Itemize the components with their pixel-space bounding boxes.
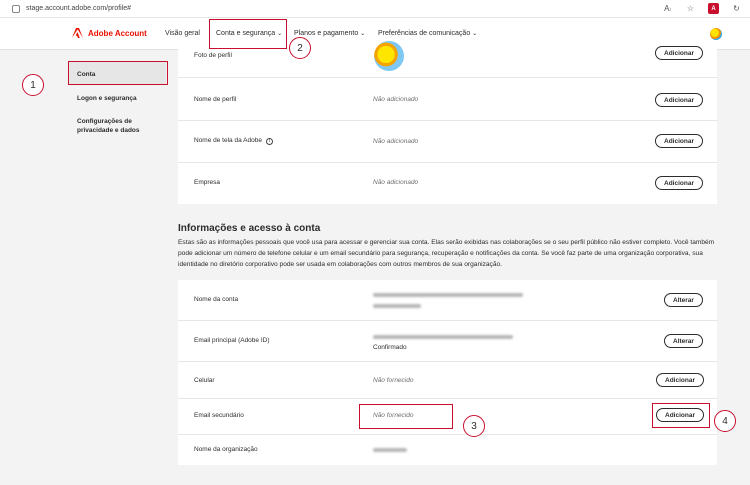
annotation-marker-4: 4 (714, 410, 736, 432)
browser-address-bar: stage.account.adobe.com/profile# A) ☆ A … (0, 0, 750, 18)
section-description: Estas são as informações pessoais que vo… (178, 239, 715, 268)
mobile-label: Celular (194, 377, 215, 384)
profile-name-value: Não adicionado (373, 96, 419, 103)
account-name-row: Nome da conta Alterar (178, 280, 717, 321)
mobile-row: Celular Não fornecido Adicionar (178, 362, 717, 399)
redacted-account-name (373, 293, 523, 297)
profile-name-label: Nome de perfil (194, 96, 237, 103)
screen-name-label: Nome de tela da Adobe i (194, 137, 273, 145)
nav-plans-payment[interactable]: Planos e pagamento ⌄ (294, 30, 365, 37)
nav-overview[interactable]: Visão geral (165, 30, 200, 37)
add-profile-name-button[interactable]: Adicionar (655, 93, 703, 107)
refresh-icon[interactable]: ↻ (731, 3, 742, 14)
add-company-button[interactable]: Adicionar (655, 176, 703, 190)
annotation-marker-3: 3 (463, 415, 485, 437)
nav-communication-preferences[interactable]: Preferências de comunicação ⌄ (378, 30, 477, 37)
company-label: Empresa (194, 179, 221, 186)
company-value: Não adicionado (373, 179, 419, 186)
account-info-card: Nome da conta Alterar Email principal (A… (178, 280, 717, 465)
nav-communication-label: Preferências de comunicação (378, 30, 471, 37)
screen-name-value: Não adicionado (373, 138, 419, 145)
screen-name-label-text: Nome de tela da Adobe (194, 137, 262, 144)
add-screen-name-button[interactable]: Adicionar (655, 134, 703, 148)
redacted-organization-name (373, 448, 407, 452)
avatar[interactable] (710, 28, 722, 40)
sidebar-item-privacy[interactable]: Configurações de privacidade e dados (77, 117, 157, 135)
adobe-account-logo[interactable]: Adobe Account (72, 28, 147, 38)
favorite-star-icon[interactable]: ☆ (685, 3, 696, 14)
add-mobile-button[interactable]: Adicionar (656, 373, 704, 387)
profile-photo-label: Foto de perfil (194, 52, 232, 59)
profile-card: Foto de perfil Adicionar Nome de perfil … (178, 41, 717, 204)
profile-name-row: Nome de perfil Não adicionado Adicionar (178, 78, 717, 121)
profile-photo-image[interactable] (374, 41, 404, 71)
primary-email-label: Email principal (Adobe ID) (194, 337, 270, 344)
screen-name-row: Nome de tela da Adobe i Não adicionado Ad… (178, 121, 717, 163)
page-info-icon[interactable] (11, 4, 20, 13)
redacted-primary-email (373, 335, 513, 339)
change-primary-email-button[interactable]: Alterar (664, 334, 703, 348)
organization-name-row: Nome da organização (178, 435, 717, 465)
annotation-box-1 (68, 61, 168, 85)
annotation-box-3 (359, 404, 453, 429)
brand-name: Adobe Account (88, 28, 147, 38)
mobile-value: Não fornecido (373, 377, 414, 384)
sidebar-item-logon-security[interactable]: Logon e segurança (77, 94, 137, 103)
annotation-marker-2: 2 (289, 37, 311, 59)
info-icon[interactable]: i (265, 137, 273, 145)
primary-email-row: Email principal (Adobe ID) Confirmado Al… (178, 321, 717, 362)
account-name-label: Nome da conta (194, 296, 239, 303)
change-account-name-button[interactable]: Alterar (664, 293, 703, 307)
add-profile-photo-button[interactable]: Adicionar (655, 46, 703, 60)
read-aloud-icon[interactable]: A) (662, 3, 673, 14)
organization-name-label: Nome da organização (194, 446, 258, 453)
adobe-logo-icon (72, 28, 83, 38)
company-row: Empresa Não adicionado Adicionar (178, 163, 717, 204)
secondary-email-label: Email secundário (194, 412, 244, 419)
acrobat-extension-icon[interactable]: A (708, 3, 719, 14)
email-confirmed-status: Confirmado (373, 344, 407, 351)
redacted-account-name-2 (373, 304, 421, 308)
annotation-marker-1: 1 (22, 74, 44, 96)
nav-plans-payment-label: Planos e pagamento (294, 30, 359, 37)
annotation-box-2 (209, 19, 287, 49)
url-text[interactable]: stage.account.adobe.com/profile# (26, 5, 131, 12)
chevron-down-icon: ⌄ (472, 31, 478, 37)
chevron-down-icon: ⌄ (360, 31, 366, 37)
annotation-box-4 (652, 403, 710, 428)
section-title: Informações e acesso à conta (178, 223, 321, 234)
